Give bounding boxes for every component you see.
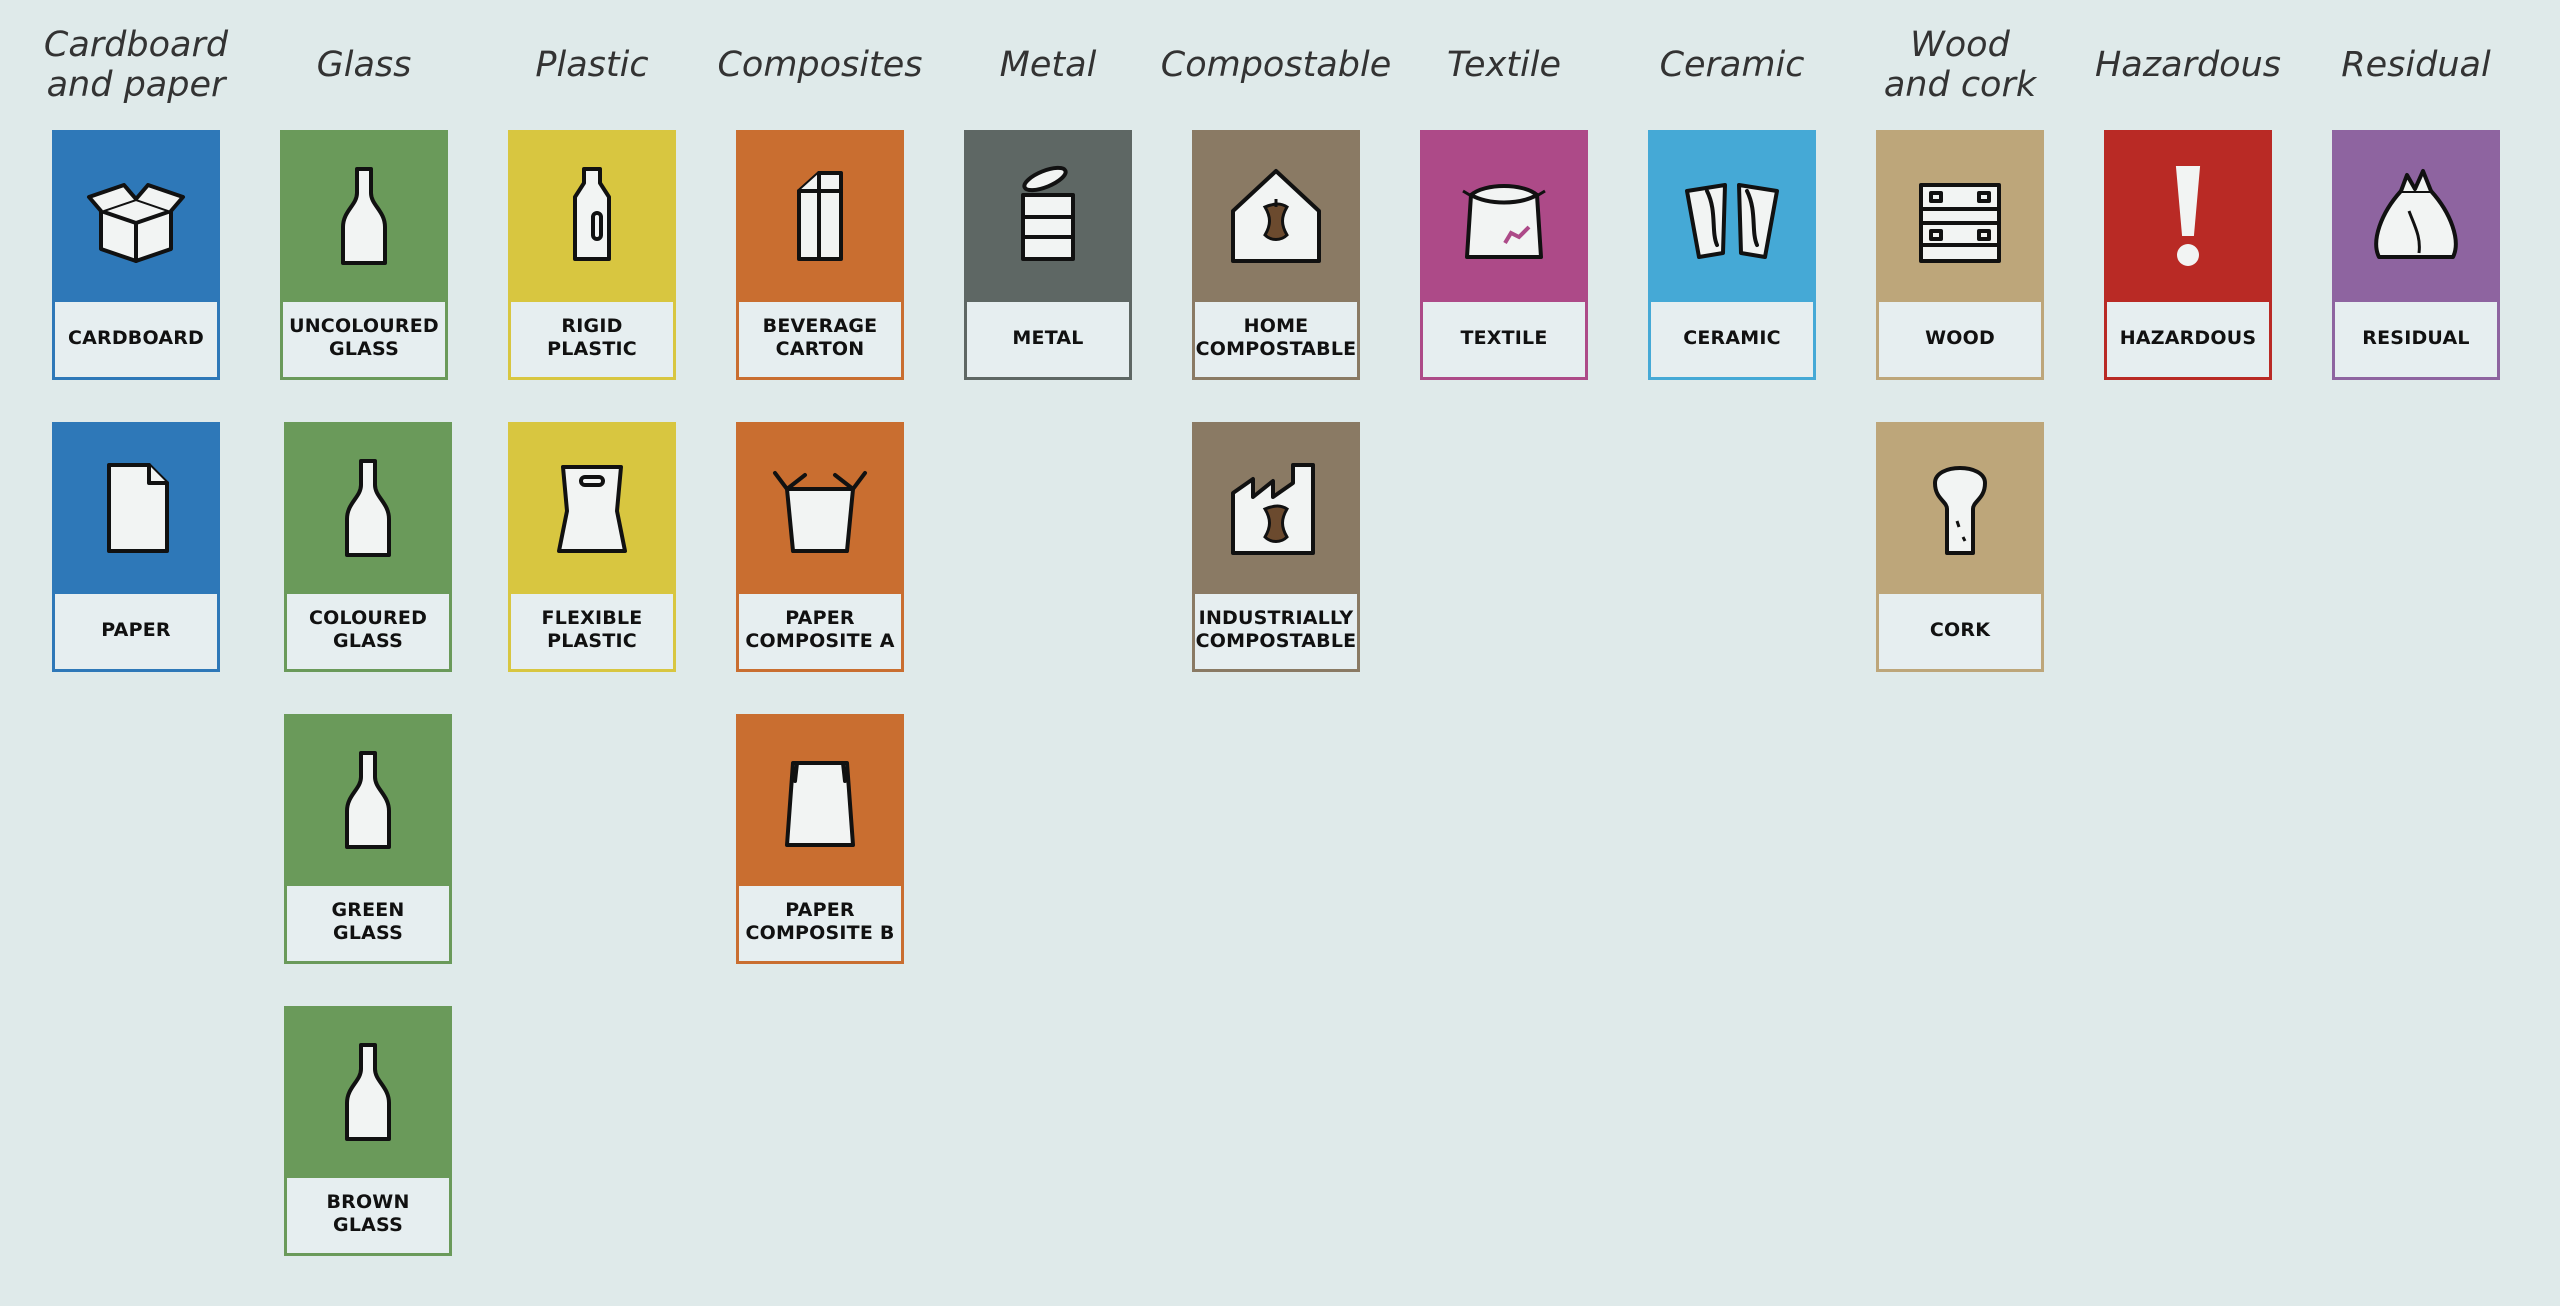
waste-tile-plastic-0: RIGID PLASTIC: [508, 130, 676, 380]
plastic-bottle-icon: [537, 161, 647, 275]
category-title-glass: Glass: [316, 45, 412, 85]
waste-tile-composites-1: PAPER COMPOSITE A: [736, 422, 904, 672]
tile-label: BEVERAGE CARTON: [762, 315, 878, 360]
waste-tile-glass-1: COLOURED GLASS: [284, 422, 452, 672]
tile-label: HOME COMPOSTABLE: [1195, 315, 1357, 360]
bottle-icon: [313, 453, 423, 567]
crate-icon: [1905, 161, 2015, 275]
tile-label: PAPER COMPOSITE A: [745, 607, 895, 652]
category-title-compostable: Compostable: [1160, 45, 1392, 85]
tile-label: METAL: [1012, 326, 1084, 349]
tile-color-block: [2335, 133, 2497, 302]
cork-icon: [1905, 453, 2015, 567]
tile-color-block: [1195, 133, 1357, 302]
tile-label: RIGID PLASTIC: [547, 315, 637, 360]
category-title-plastic: Plastic: [535, 45, 649, 85]
carton-icon: [765, 161, 875, 275]
tile-color-block: [287, 717, 449, 886]
pouch-icon: [765, 745, 875, 859]
category-title-hazardous: Hazardous: [2094, 45, 2282, 85]
waste-tile-composites-2: PAPER COMPOSITE B: [736, 714, 904, 964]
textile-bag-icon: [1449, 161, 1559, 275]
bottle-icon: [313, 745, 423, 859]
category-title-textile: Textile: [1446, 45, 1561, 85]
tile-color-block: [1195, 425, 1357, 594]
waste-tile-glass-3: BROWN GLASS: [284, 1006, 452, 1256]
factory-apple-icon: [1221, 453, 1331, 567]
tile-color-block: [287, 1009, 449, 1178]
tile-color-block: [739, 717, 901, 886]
house-apple-icon: [1221, 161, 1331, 275]
bottle-icon: [309, 161, 419, 275]
tile-label: FLEXIBLE PLASTIC: [541, 607, 643, 652]
tile-label: INDUSTRIALLY COMPOSTABLE: [1195, 607, 1357, 652]
tile-label: WOOD: [1925, 326, 1995, 349]
waste-tile-hazardous-0: HAZARDOUS: [2104, 130, 2272, 380]
cups-icon: [1677, 161, 1787, 275]
category-title-cardboard_paper: Cardboard and paper: [43, 25, 229, 105]
tile-label: UNCOLOURED GLASS: [289, 315, 439, 360]
tile-label: CERAMIC: [1683, 326, 1781, 349]
tile-color-block: [2107, 133, 2269, 302]
waste-tile-metal-0: METAL: [964, 130, 1132, 380]
open-box-icon: [765, 453, 875, 567]
tile-label: RESIDUAL: [2362, 326, 2470, 349]
plastic-bag-icon: [537, 453, 647, 567]
waste-tile-wood_cork-1: CORK: [1876, 422, 2044, 672]
category-title-metal: Metal: [999, 45, 1097, 85]
waste-tile-textile-0: TEXTILE: [1420, 130, 1588, 380]
tile-color-block: [511, 425, 673, 594]
exclamation-icon: [2133, 161, 2243, 275]
tile-label: PAPER COMPOSITE B: [745, 899, 895, 944]
tile-label: CARDBOARD: [67, 326, 205, 349]
waste-tile-wood_cork-0: WOOD: [1876, 130, 2044, 380]
tile-color-block: [55, 133, 217, 302]
tile-color-block: [739, 425, 901, 594]
tile-label: PAPER: [101, 618, 171, 641]
waste-tile-glass-2: GREEN GLASS: [284, 714, 452, 964]
tile-color-block: [1423, 133, 1585, 302]
tile-color-block: [511, 133, 673, 302]
category-title-residual: Residual: [2341, 45, 2491, 85]
sheet-icon: [81, 453, 191, 567]
waste-tile-plastic-1: FLEXIBLE PLASTIC: [508, 422, 676, 672]
tile-label: TEXTILE: [1460, 326, 1548, 349]
bottle-icon: [313, 1037, 423, 1151]
tile-color-block: [1879, 133, 2041, 302]
tile-label: COLOURED GLASS: [308, 607, 428, 652]
waste-tile-glass-0: UNCOLOURED GLASS: [280, 130, 448, 380]
waste-tile-compostable-1: INDUSTRIALLY COMPOSTABLE: [1192, 422, 1360, 672]
waste-tile-residual-0: RESIDUAL: [2332, 130, 2500, 380]
category-title-wood_cork: Wood and cork: [1883, 25, 2037, 105]
tile-color-block: [1651, 133, 1813, 302]
tile-label: BROWN GLASS: [326, 1191, 410, 1236]
waste-tile-ceramic-0: CERAMIC: [1648, 130, 1816, 380]
tile-color-block: [55, 425, 217, 594]
tile-label: CORK: [1929, 618, 1991, 641]
can-icon: [993, 161, 1103, 275]
box-icon: [81, 161, 191, 275]
category-title-composites: Composites: [717, 45, 923, 85]
category-title-ceramic: Ceramic: [1659, 45, 1805, 85]
waste-tile-composites-0: BEVERAGE CARTON: [736, 130, 904, 380]
waste-tile-cardboard_paper-1: PAPER: [52, 422, 220, 672]
tile-label: GREEN GLASS: [331, 899, 405, 944]
tile-color-block: [739, 133, 901, 302]
tile-color-block: [287, 425, 449, 594]
waste-tile-cardboard_paper-0: CARDBOARD: [52, 130, 220, 380]
trash-bag-icon: [2361, 161, 2471, 275]
tile-color-block: [1879, 425, 2041, 594]
waste-tile-compostable-0: HOME COMPOSTABLE: [1192, 130, 1360, 380]
tile-color-block: [283, 133, 445, 302]
tile-label: HAZARDOUS: [2119, 326, 2257, 349]
tile-color-block: [967, 133, 1129, 302]
